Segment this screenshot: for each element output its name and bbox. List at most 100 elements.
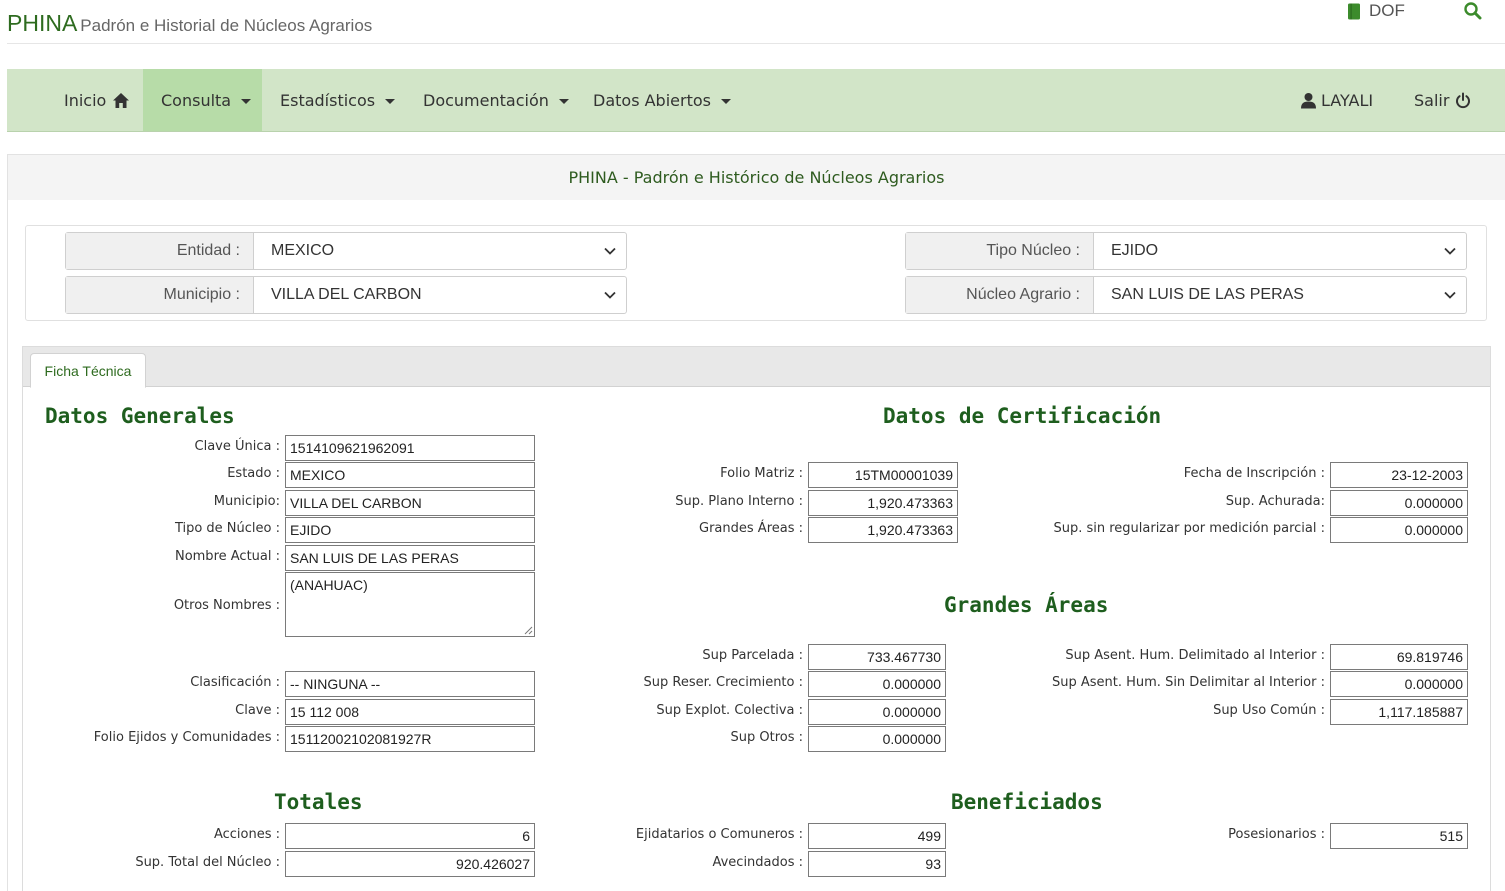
- sup-asent-sin-delimitar-label: Sup Asent. Hum. Sin Delimitar al Interio…: [1051, 675, 1325, 690]
- grandes-areas-label: Grandes Áreas :: [699, 521, 803, 536]
- estado-field[interactable]: MEXICO: [285, 462, 535, 488]
- header-divider: [7, 43, 1505, 44]
- clasificacion-label: Clasificación :: [190, 675, 280, 690]
- nombre-actual-label: Nombre Actual :: [174, 549, 280, 564]
- entidad-label: Entidad :: [66, 233, 254, 269]
- grandes-areas-title: Grandes Áreas: [944, 593, 1109, 617]
- sup-total-nucleo-label: Sup. Total del Núcleo :: [135, 855, 280, 870]
- beneficiados-title: Beneficiados: [951, 790, 1103, 814]
- clave-unica-field[interactable]: 1514109621962091: [285, 435, 535, 461]
- sup-sin-regularizar-field[interactable]: 0.000000: [1330, 517, 1468, 543]
- tipo-nucleo-select[interactable]: Tipo Núcleo : EJIDO: [905, 232, 1467, 270]
- chevron-down-icon: [604, 247, 616, 255]
- nav-documentacion-label: Documentación: [423, 90, 549, 110]
- totales-title: Totales: [274, 790, 363, 814]
- posesionarios-field[interactable]: 515: [1330, 823, 1468, 849]
- nav-estadisticos-label: Estadísticos: [280, 90, 376, 110]
- nucleo-agrario-select[interactable]: Núcleo Agrario : SAN LUIS DE LAS PERAS: [905, 276, 1467, 314]
- ejidatarios-field[interactable]: 499: [808, 823, 946, 849]
- nucleo-agrario-selected: SAN LUIS DE LAS PERAS: [1111, 286, 1304, 303]
- search-icon: [1464, 2, 1482, 20]
- chevron-down-icon: [1444, 247, 1456, 255]
- chevron-down-icon: [604, 291, 616, 299]
- sup-achurada-field[interactable]: 0.000000: [1330, 490, 1468, 516]
- search-button[interactable]: [1463, 1, 1483, 25]
- main-navbar: Inicio Consulta Estadísticos Documentaci…: [7, 69, 1505, 132]
- municipio-field-label: Municipio:: [213, 494, 280, 509]
- municipio-select[interactable]: Municipio : VILLA DEL CARBON: [65, 276, 627, 314]
- sup-asent-sin-delimitar-field[interactable]: 0.000000: [1330, 671, 1468, 697]
- datos-generales-title: Datos Generales: [45, 404, 235, 428]
- grandes-areas-field[interactable]: 1,920.473363: [808, 517, 958, 543]
- power-icon: [1456, 92, 1471, 108]
- sup-asent-delimitado-field[interactable]: 69.819746: [1330, 644, 1468, 670]
- tipo-nucleo-selected: EJIDO: [1111, 242, 1159, 259]
- nucleo-agrario-label: Núcleo Agrario :: [906, 277, 1094, 313]
- entidad-select[interactable]: Entidad : MEXICO: [65, 232, 627, 270]
- nombre-actual-field[interactable]: SAN LUIS DE LAS PERAS: [285, 545, 535, 571]
- sup-parcelada-field[interactable]: 733.467730: [808, 644, 946, 670]
- nav-user[interactable]: LAYALI: [1300, 69, 1373, 131]
- sup-plano-interno-field[interactable]: 1,920.473363: [808, 490, 958, 516]
- sup-sin-regularizar-label: Sup. sin regularizar por medición parcia…: [1053, 521, 1325, 536]
- nav-salir[interactable]: Salir: [1414, 69, 1471, 131]
- sup-total-nucleo-field[interactable]: 920.426027: [285, 851, 535, 877]
- folio-ejidos-label: Folio Ejidos y Comunidades :: [93, 730, 280, 745]
- avecindados-field[interactable]: 93: [808, 851, 946, 877]
- home-icon: [113, 92, 130, 108]
- dof-link[interactable]: DOF: [1347, 1, 1405, 21]
- sup-explot-colectiva-field[interactable]: 0.000000: [808, 699, 946, 725]
- acciones-field[interactable]: 6: [285, 823, 535, 849]
- clave-label: Clave :: [235, 703, 280, 718]
- clave-unica-label: Clave Única :: [194, 439, 280, 454]
- folio-ejidos-field[interactable]: 15112002102081927R: [285, 726, 535, 752]
- sup-reser-crecimiento-field[interactable]: 0.000000: [808, 671, 946, 697]
- nav-documentacion[interactable]: Documentación: [423, 69, 569, 131]
- folio-matriz-label: Folio Matriz :: [720, 466, 803, 481]
- sup-achurada-label: Sup. Achurada:: [1225, 494, 1325, 509]
- site-brand[interactable]: PHINA Padrón e Historial de Núcleos Agrar…: [7, 10, 372, 37]
- sup-otros-field[interactable]: 0.000000: [808, 726, 946, 752]
- municipio-field[interactable]: VILLA DEL CARBON: [285, 490, 535, 516]
- nucleo-agrario-value[interactable]: SAN LUIS DE LAS PERAS: [1094, 277, 1466, 313]
- brand-subtitle: Padrón e Historial de Núcleos Agrarios: [80, 16, 373, 35]
- otros-nombres-value: (ANAHUAC): [290, 577, 368, 593]
- tab-ficha-tecnica[interactable]: Ficha Técnica: [30, 353, 146, 388]
- user-icon: [1301, 92, 1316, 108]
- chevron-down-icon: [1444, 291, 1456, 299]
- sup-plano-interno-label: Sup. Plano Interno :: [675, 494, 803, 509]
- resize-grip-icon[interactable]: [523, 625, 533, 635]
- entidad-value[interactable]: MEXICO: [254, 233, 626, 269]
- sup-uso-comun-field[interactable]: 1,117.185887: [1330, 699, 1468, 725]
- datos-certificacion-title: Datos de Certificación: [883, 404, 1162, 428]
- otros-nombres-textarea[interactable]: (ANAHUAC): [285, 572, 535, 637]
- dof-label: DOF: [1369, 1, 1405, 20]
- nav-inicio[interactable]: Inicio: [64, 69, 130, 131]
- tipo-nucleo-field[interactable]: EJIDO: [285, 517, 535, 543]
- tab-strip: [23, 347, 1490, 387]
- estado-label: Estado :: [227, 466, 280, 481]
- tipo-nucleo-field-label: Tipo de Núcleo :: [174, 521, 280, 536]
- clasificacion-field[interactable]: -- NINGUNA --: [285, 671, 535, 697]
- sup-otros-label: Sup Otros :: [730, 730, 803, 745]
- tipo-nucleo-value[interactable]: EJIDO: [1094, 233, 1466, 269]
- folio-matriz-field[interactable]: 15TM00001039: [808, 462, 958, 488]
- fecha-inscripcion-field[interactable]: 23-12-2003: [1330, 462, 1468, 488]
- nav-salir-label: Salir: [1414, 90, 1450, 110]
- municipio-value[interactable]: VILLA DEL CARBON: [254, 277, 626, 313]
- nav-user-label: LAYALI: [1321, 90, 1374, 110]
- book-icon: [1348, 3, 1360, 19]
- clave-field[interactable]: 15 112 008: [285, 699, 535, 725]
- nav-consulta-label: Consulta: [161, 90, 232, 110]
- panel-title: PHINA - Padrón e Histórico de Núcleos Ag…: [8, 155, 1505, 200]
- caret-down-icon: [385, 98, 396, 104]
- nav-estadisticos[interactable]: Estadísticos: [280, 69, 396, 131]
- nav-datos-abiertos[interactable]: Datos Abiertos: [593, 69, 731, 131]
- municipio-label: Municipio :: [66, 277, 254, 313]
- sup-reser-crecimiento-label: Sup Reser. Crecimiento :: [643, 675, 803, 690]
- fecha-inscripcion-label: Fecha de Inscripción :: [1183, 466, 1325, 481]
- nav-consulta[interactable]: Consulta: [143, 69, 262, 131]
- caret-down-icon: [558, 98, 569, 104]
- tipo-nucleo-label: Tipo Núcleo :: [906, 233, 1094, 269]
- avecindados-label: Avecindados :: [712, 855, 803, 870]
